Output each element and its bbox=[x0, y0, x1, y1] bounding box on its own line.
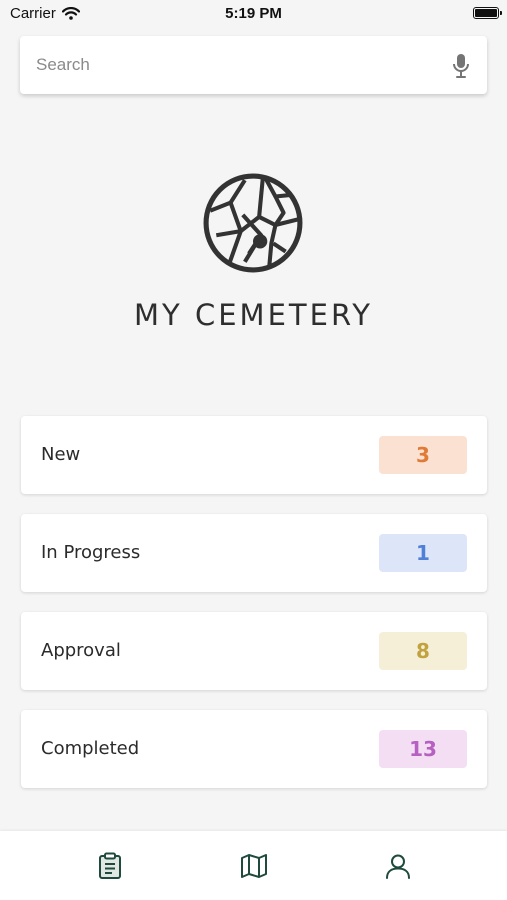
count-badge: 1 bbox=[379, 534, 467, 572]
count-badge: 8 bbox=[379, 632, 467, 670]
clipboard-icon bbox=[99, 852, 121, 879]
battery-icon bbox=[473, 7, 502, 19]
tab-tasks[interactable] bbox=[80, 831, 140, 900]
tab-map[interactable] bbox=[224, 831, 284, 900]
count-badge: 3 bbox=[379, 436, 467, 474]
status-card-completed[interactable]: Completed 13 bbox=[21, 710, 487, 788]
status-card-label: Completed bbox=[41, 738, 140, 759]
search-bar bbox=[20, 36, 487, 94]
tab-profile[interactable] bbox=[368, 831, 428, 900]
map-icon bbox=[241, 853, 267, 878]
app-title: MY CEMETERY bbox=[134, 298, 373, 332]
status-card-new[interactable]: New 3 bbox=[21, 416, 487, 494]
status-card-approval[interactable]: Approval 8 bbox=[21, 612, 487, 690]
status-card-label: In Progress bbox=[41, 542, 141, 563]
status-card-in-progress[interactable]: In Progress 1 bbox=[21, 514, 487, 592]
clock: 5:19 PM bbox=[225, 5, 282, 22]
count-badge: 13 bbox=[379, 730, 467, 768]
cemetery-logo-icon bbox=[203, 173, 303, 273]
microphone-icon[interactable] bbox=[451, 53, 471, 79]
tab-bar bbox=[0, 831, 507, 900]
status-bar: Carrier 5:19 PM bbox=[0, 0, 507, 28]
search-input[interactable] bbox=[20, 36, 440, 94]
profile-icon bbox=[386, 854, 410, 879]
status-card-label: Approval bbox=[41, 640, 121, 661]
status-card-label: New bbox=[41, 444, 81, 465]
